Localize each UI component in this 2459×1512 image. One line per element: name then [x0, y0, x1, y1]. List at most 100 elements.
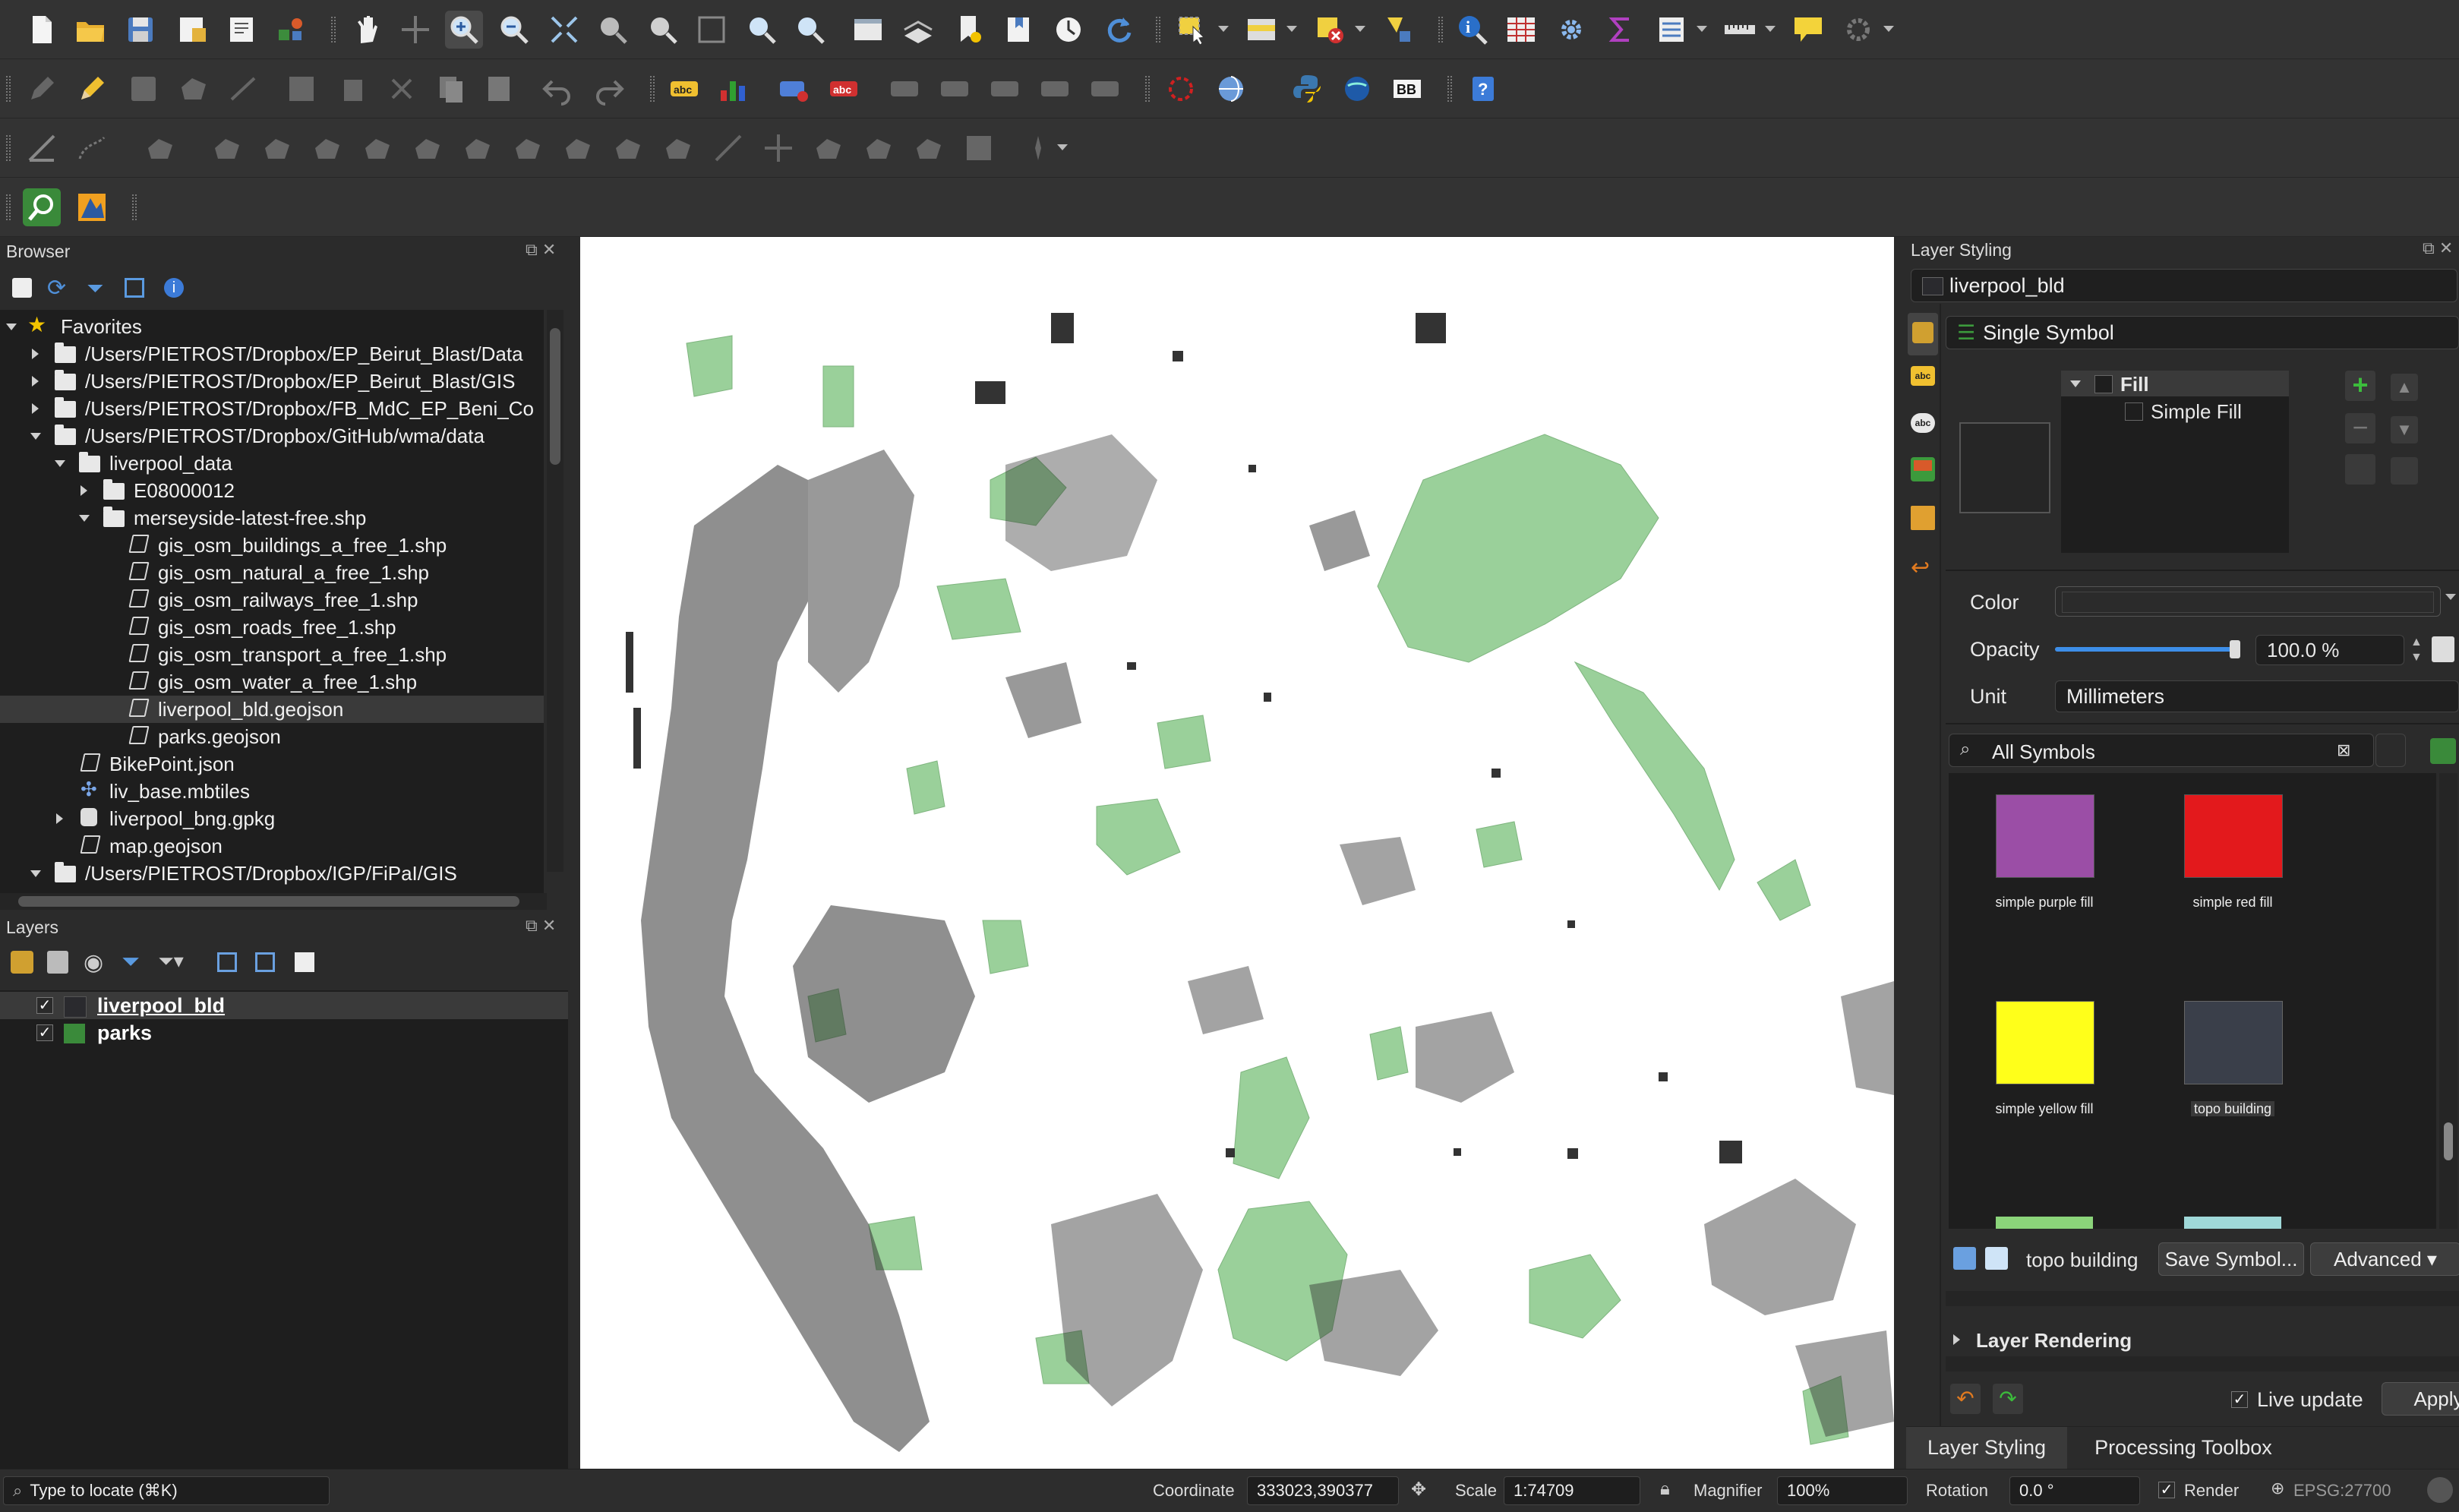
- styling-hscrollbar-2[interactable]: [1946, 1356, 2459, 1372]
- temporal-controller-icon[interactable]: [1050, 11, 1087, 49]
- advanced-edit-16-icon[interactable]: [910, 129, 948, 167]
- browser-item-file[interactable]: gis_osm_water_a_free_1.shp: [0, 668, 544, 696]
- help-icon[interactable]: ?: [1464, 70, 1502, 108]
- tab-processing-toolbox[interactable]: Processing Toolbox: [2073, 1427, 2293, 1469]
- browser-item-folder[interactable]: liverpool_data: [0, 450, 544, 477]
- layer-visibility-checkbox[interactable]: ✓: [36, 997, 53, 1014]
- zoom-out-icon[interactable]: [495, 11, 533, 49]
- scale-field[interactable]: 1:74709: [1504, 1476, 1640, 1505]
- browser-item-file[interactable]: parks.geojson: [0, 723, 544, 750]
- zoom-to-layer-icon[interactable]: [644, 11, 682, 49]
- deselect-all-icon[interactable]: [1311, 11, 1349, 49]
- browser-item-file[interactable]: gis_osm_buildings_a_free_1.shp: [0, 532, 544, 559]
- enable-properties-icon[interactable]: i: [164, 278, 184, 298]
- browser-item-file[interactable]: gis_osm_transport_a_free_1.shp: [0, 641, 544, 668]
- browser-item-file-selected[interactable]: liverpool_bld.geojson: [0, 696, 544, 723]
- advanced-edit-17-icon[interactable]: [960, 129, 998, 167]
- 3d-view-tab-icon[interactable]: [1911, 457, 1935, 481]
- toggle-editing-icon[interactable]: [73, 70, 111, 108]
- toolbox-settings-icon[interactable]: [1552, 11, 1590, 49]
- zoom-native-icon[interactable]: [693, 11, 731, 49]
- browser-item-folder[interactable]: /Users/PIETROST/Dropbox/IGP/FiPaI/GIS: [0, 860, 544, 887]
- apply-button[interactable]: Apply: [2382, 1382, 2459, 1416]
- advanced-edit-8-icon[interactable]: [509, 129, 547, 167]
- style-manager-icon[interactable]: [2430, 738, 2456, 764]
- qgis2web-icon[interactable]: [73, 188, 111, 226]
- symbol-grid-scrollbar[interactable]: [2439, 773, 2457, 1229]
- browser-item-file[interactable]: map.geojson: [0, 832, 544, 860]
- refresh-icon[interactable]: [1100, 11, 1138, 49]
- label-toolbar-icon[interactable]: abc: [665, 70, 703, 108]
- zoom-to-selection-icon[interactable]: [594, 11, 632, 49]
- zoom-full-icon[interactable]: [545, 11, 583, 49]
- browser-item-file[interactable]: gis_osm_roads_free_1.shp: [0, 614, 544, 641]
- symbology-tab-icon[interactable]: [1908, 313, 1938, 355]
- opacity-spinbox[interactable]: 100.0 %: [2255, 635, 2404, 665]
- browser-item-folder[interactable]: /Users/PIETROST/Dropbox/EP_Beirut_Blast/…: [0, 340, 544, 368]
- masks-tab-icon[interactable]: abc: [1911, 413, 1935, 433]
- python-console-icon[interactable]: [1288, 70, 1326, 108]
- current-edits-icon[interactable]: [23, 70, 61, 108]
- diagrams-tab-icon[interactable]: [1911, 506, 1935, 530]
- rotation-field[interactable]: 0.0 °: [2009, 1476, 2140, 1505]
- undo-style-button[interactable]: ↶: [1950, 1384, 1981, 1414]
- show-hide-labels-icon[interactable]: [1036, 70, 1074, 108]
- list-view-icon[interactable]: [1985, 1247, 2008, 1270]
- symbol-search-input[interactable]: ⌕ All Symbols ⊠: [1949, 734, 2374, 767]
- advanced-edit-12-icon[interactable]: [709, 129, 747, 167]
- advanced-edit-11-icon[interactable]: [659, 129, 697, 167]
- color-dropdown-arrow[interactable]: [2445, 594, 2456, 600]
- layout-manager-icon[interactable]: [223, 11, 261, 49]
- add-polygon-icon[interactable]: [175, 70, 213, 108]
- metasearch-icon[interactable]: [1338, 70, 1376, 108]
- lock-scale-icon[interactable]: 🔒︎: [1660, 1479, 1670, 1500]
- visibility-icon[interactable]: ◉: [84, 949, 103, 976]
- locate-search-icon[interactable]: [23, 188, 61, 226]
- change-label-icon[interactable]: [986, 70, 1024, 108]
- highlight-labels-icon[interactable]: abc: [825, 70, 863, 108]
- browser-item-file[interactable]: gis_osm_natural_a_free_1.shp: [0, 559, 544, 586]
- advanced-edit-14-icon[interactable]: [810, 129, 848, 167]
- advanced-edit-13-icon[interactable]: [759, 129, 797, 167]
- paste-features-icon[interactable]: [480, 70, 518, 108]
- cut-features-icon[interactable]: [383, 70, 421, 108]
- gps-toolbar-icon[interactable]: [1162, 70, 1200, 108]
- style-manager-icon[interactable]: [272, 11, 310, 49]
- redo-style-button[interactable]: ↷: [1993, 1384, 2023, 1414]
- select-features-icon[interactable]: [1174, 11, 1212, 49]
- styling-hscrollbar[interactable]: [1946, 1291, 2459, 1306]
- advanced-edit-1-icon[interactable]: [141, 129, 179, 167]
- save-edits-icon[interactable]: [125, 70, 163, 108]
- undo-icon[interactable]: [539, 70, 577, 108]
- layer-visibility-checkbox[interactable]: ✓: [36, 1024, 53, 1041]
- panel-float-close-icons[interactable]: ⧉ ✕: [2423, 238, 2453, 258]
- collapse-all-icon[interactable]: [255, 952, 275, 972]
- browser-item-file[interactable]: gis_osm_railways_free_1.shp: [0, 586, 544, 614]
- save-symbol-button[interactable]: Save Symbol...: [2158, 1242, 2304, 1276]
- delete-selected-icon[interactable]: [334, 70, 372, 108]
- refresh-browser-icon[interactable]: ⟳: [47, 275, 66, 301]
- diagram-options-icon[interactable]: [714, 70, 752, 108]
- copy-features-icon[interactable]: [431, 70, 469, 108]
- filter-legend-icon[interactable]: ⏷: [122, 949, 140, 975]
- advanced-edit-5-icon[interactable]: [358, 129, 396, 167]
- advanced-edit-6-icon[interactable]: [409, 129, 447, 167]
- expand-all-icon[interactable]: [217, 952, 237, 972]
- browser-item-folder[interactable]: /Users/PIETROST/Dropbox/GitHub/wma/data: [0, 422, 544, 450]
- filter-expression-icon[interactable]: ⏷▾: [158, 949, 184, 974]
- new-print-layout-icon[interactable]: [173, 11, 211, 49]
- browser-item-file[interactable]: liverpool_bng.gpkg: [0, 805, 544, 832]
- identify-features-icon[interactable]: i: [1454, 11, 1491, 49]
- remove-symbol-layer-button[interactable]: −: [2345, 413, 2375, 443]
- advanced-button[interactable]: Advanced ▾: [2310, 1242, 2459, 1276]
- advanced-edit-7-icon[interactable]: [459, 129, 497, 167]
- add-group-icon[interactable]: [47, 951, 68, 974]
- renderer-select-combo[interactable]: ☰ Single Symbol: [1946, 316, 2459, 349]
- digitizing-icon[interactable]: [23, 129, 61, 167]
- live-update-checkbox[interactable]: ✓: [2231, 1391, 2248, 1408]
- unit-select[interactable]: Millimeters: [2055, 680, 2459, 712]
- opacity-spin-arrows[interactable]: ▲ ▼: [2410, 635, 2423, 665]
- advanced-edit-18-icon[interactable]: [1019, 129, 1057, 167]
- label-properties-icon[interactable]: [1086, 70, 1124, 108]
- browser-scrollbar[interactable]: [547, 310, 563, 872]
